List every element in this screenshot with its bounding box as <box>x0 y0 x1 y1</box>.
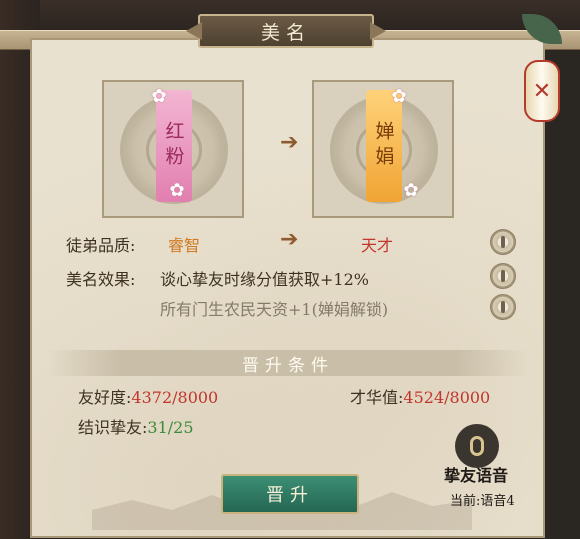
arrow-right-icon: ➔ <box>280 227 299 252</box>
conditions-title: 晋升条件 <box>242 355 334 376</box>
voice-current: 当前:语音4 <box>450 494 515 509</box>
talent-value: 4524/8000 <box>403 388 491 407</box>
effect-line-2: 所有门生农民天资+1(婵娟解锁) <box>160 300 389 319</box>
flower-icon: ✿ <box>151 86 167 107</box>
quality-from: 睿智 <box>168 236 201 255</box>
flower-icon: ✿ <box>403 180 419 201</box>
promote-button[interactable]: 晋升 <box>221 474 359 514</box>
quality-label: 徒弟品质: <box>66 236 136 255</box>
current-title-card[interactable]: 红粉 ✿ ✿ <box>102 80 244 218</box>
effect-label: 美名效果: <box>66 270 136 289</box>
page-title: 美名 <box>260 21 311 44</box>
effect-info-button-2[interactable] <box>490 294 516 320</box>
microphone-icon <box>470 436 484 456</box>
conditions-header: 晋升条件 <box>48 350 528 376</box>
favor-value: 4372/8000 <box>131 388 219 407</box>
flower-icon: ✿ <box>391 86 407 107</box>
current-title-name: 红粉 <box>162 121 185 171</box>
favor-label: 友好度: <box>78 388 132 407</box>
effect-info-button-1[interactable] <box>490 263 516 289</box>
friends-value: 31/25 <box>147 418 194 437</box>
promote-label: 晋升 <box>266 485 314 506</box>
voice-label: 挚友语音 <box>444 466 509 485</box>
next-title-card[interactable]: 婵娟 ✿ ✿ <box>312 80 454 218</box>
title-plate: 美名 <box>198 14 374 48</box>
flower-icon: ✿ <box>169 180 185 201</box>
quality-to: 天才 <box>361 236 394 255</box>
friends-row: 结识挚友:31/25 <box>78 414 194 438</box>
friends-label: 结识挚友: <box>78 418 148 437</box>
talent-row: 才华值:4524/8000 <box>350 384 490 408</box>
favor-row: 友好度:4372/8000 <box>78 384 218 408</box>
talent-label: 才华值: <box>350 388 404 407</box>
lantern-symbol: ✕ <box>532 78 552 104</box>
arrow-right-icon: ➔ <box>280 130 299 155</box>
next-title-name: 婵娟 <box>372 121 395 171</box>
quality-info-button[interactable] <box>490 229 516 255</box>
effect-line-1: 谈心挚友时缘分值获取+12% <box>160 270 369 289</box>
lantern-icon[interactable]: ✕ <box>524 60 560 122</box>
